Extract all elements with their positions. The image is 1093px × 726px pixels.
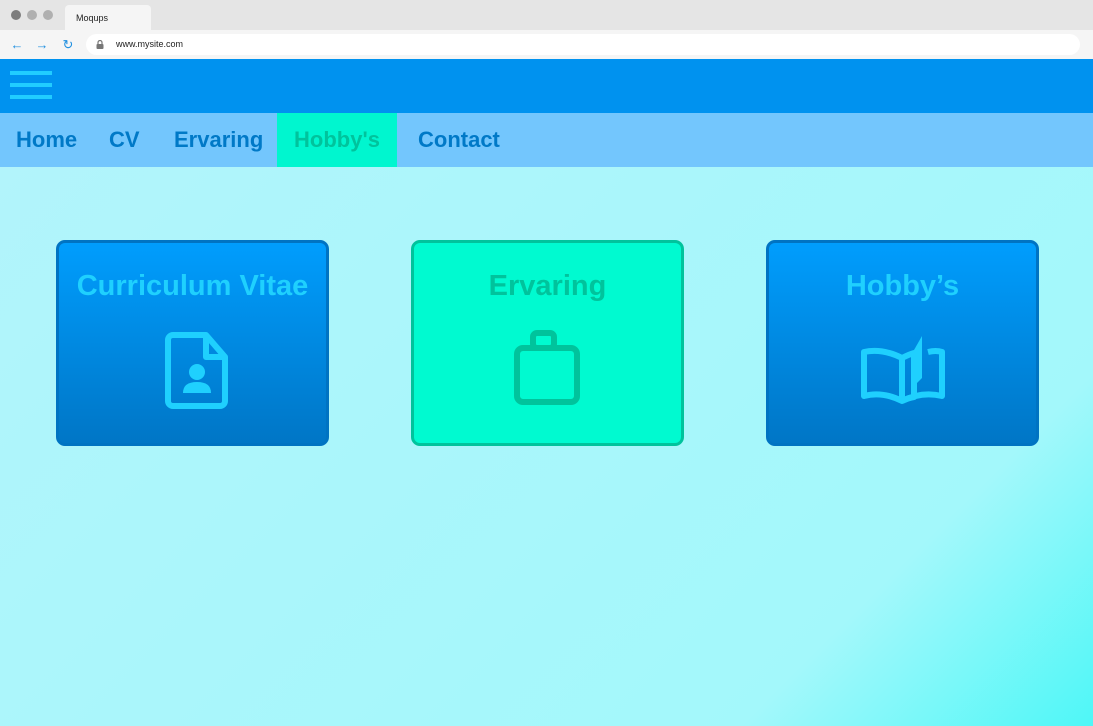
url-field[interactable]: www.mysite.com [86, 34, 1080, 55]
reload-icon[interactable]: ↻ [61, 38, 75, 52]
card-title: Curriculum Vitae [76, 270, 309, 302]
open-book-icon [860, 336, 945, 404]
browser-tab-title: Moqups [76, 13, 109, 23]
card-curriculum-vitae[interactable]: Curriculum Vitae [56, 240, 329, 446]
main-navigation: Home CV Ervaring Hobby's Contact [0, 113, 1093, 167]
nav-item-ervaring[interactable]: Ervaring [174, 113, 263, 167]
browser-address-bar: ← → ↻ www.mysite.com [0, 30, 1093, 59]
card-ervaring[interactable]: Ervaring [411, 240, 684, 446]
window-maximize-dot[interactable] [43, 10, 53, 20]
card-title: Ervaring [488, 270, 607, 302]
nav-item-label: Contact [418, 127, 500, 152]
window-close-dot[interactable] [11, 10, 21, 20]
nav-item-label: CV [109, 127, 140, 152]
browser-titlebar: Moqups [0, 0, 1093, 30]
forward-arrow-icon[interactable]: → [35, 38, 49, 52]
back-arrow-icon[interactable]: ← [10, 38, 24, 52]
nav-item-cv[interactable]: CV [109, 113, 140, 167]
nav-item-label: Hobby's [294, 127, 380, 152]
browser-tab[interactable]: Moqups [65, 5, 151, 30]
lock-icon [96, 40, 104, 49]
briefcase-icon [513, 330, 580, 405]
nav-item-contact[interactable]: Contact [418, 113, 500, 167]
nav-item-label: Ervaring [174, 127, 264, 152]
nav-item-home[interactable]: Home [16, 113, 77, 167]
page-content: Home CV Ervaring Hobby's Contact Curricu… [0, 59, 1093, 726]
hamburger-menu-icon[interactable] [10, 71, 52, 101]
card-hobbys[interactable]: Hobby’s [766, 240, 1039, 446]
window-minimize-dot[interactable] [27, 10, 37, 20]
contact-document-icon [164, 332, 228, 409]
site-header [0, 59, 1093, 113]
nav-item-label: Home [16, 127, 78, 152]
card-title: Hobby’s [845, 270, 960, 302]
nav-item-hobbys[interactable]: Hobby's [277, 113, 397, 167]
url-text: www.mysite.com [116, 39, 184, 49]
